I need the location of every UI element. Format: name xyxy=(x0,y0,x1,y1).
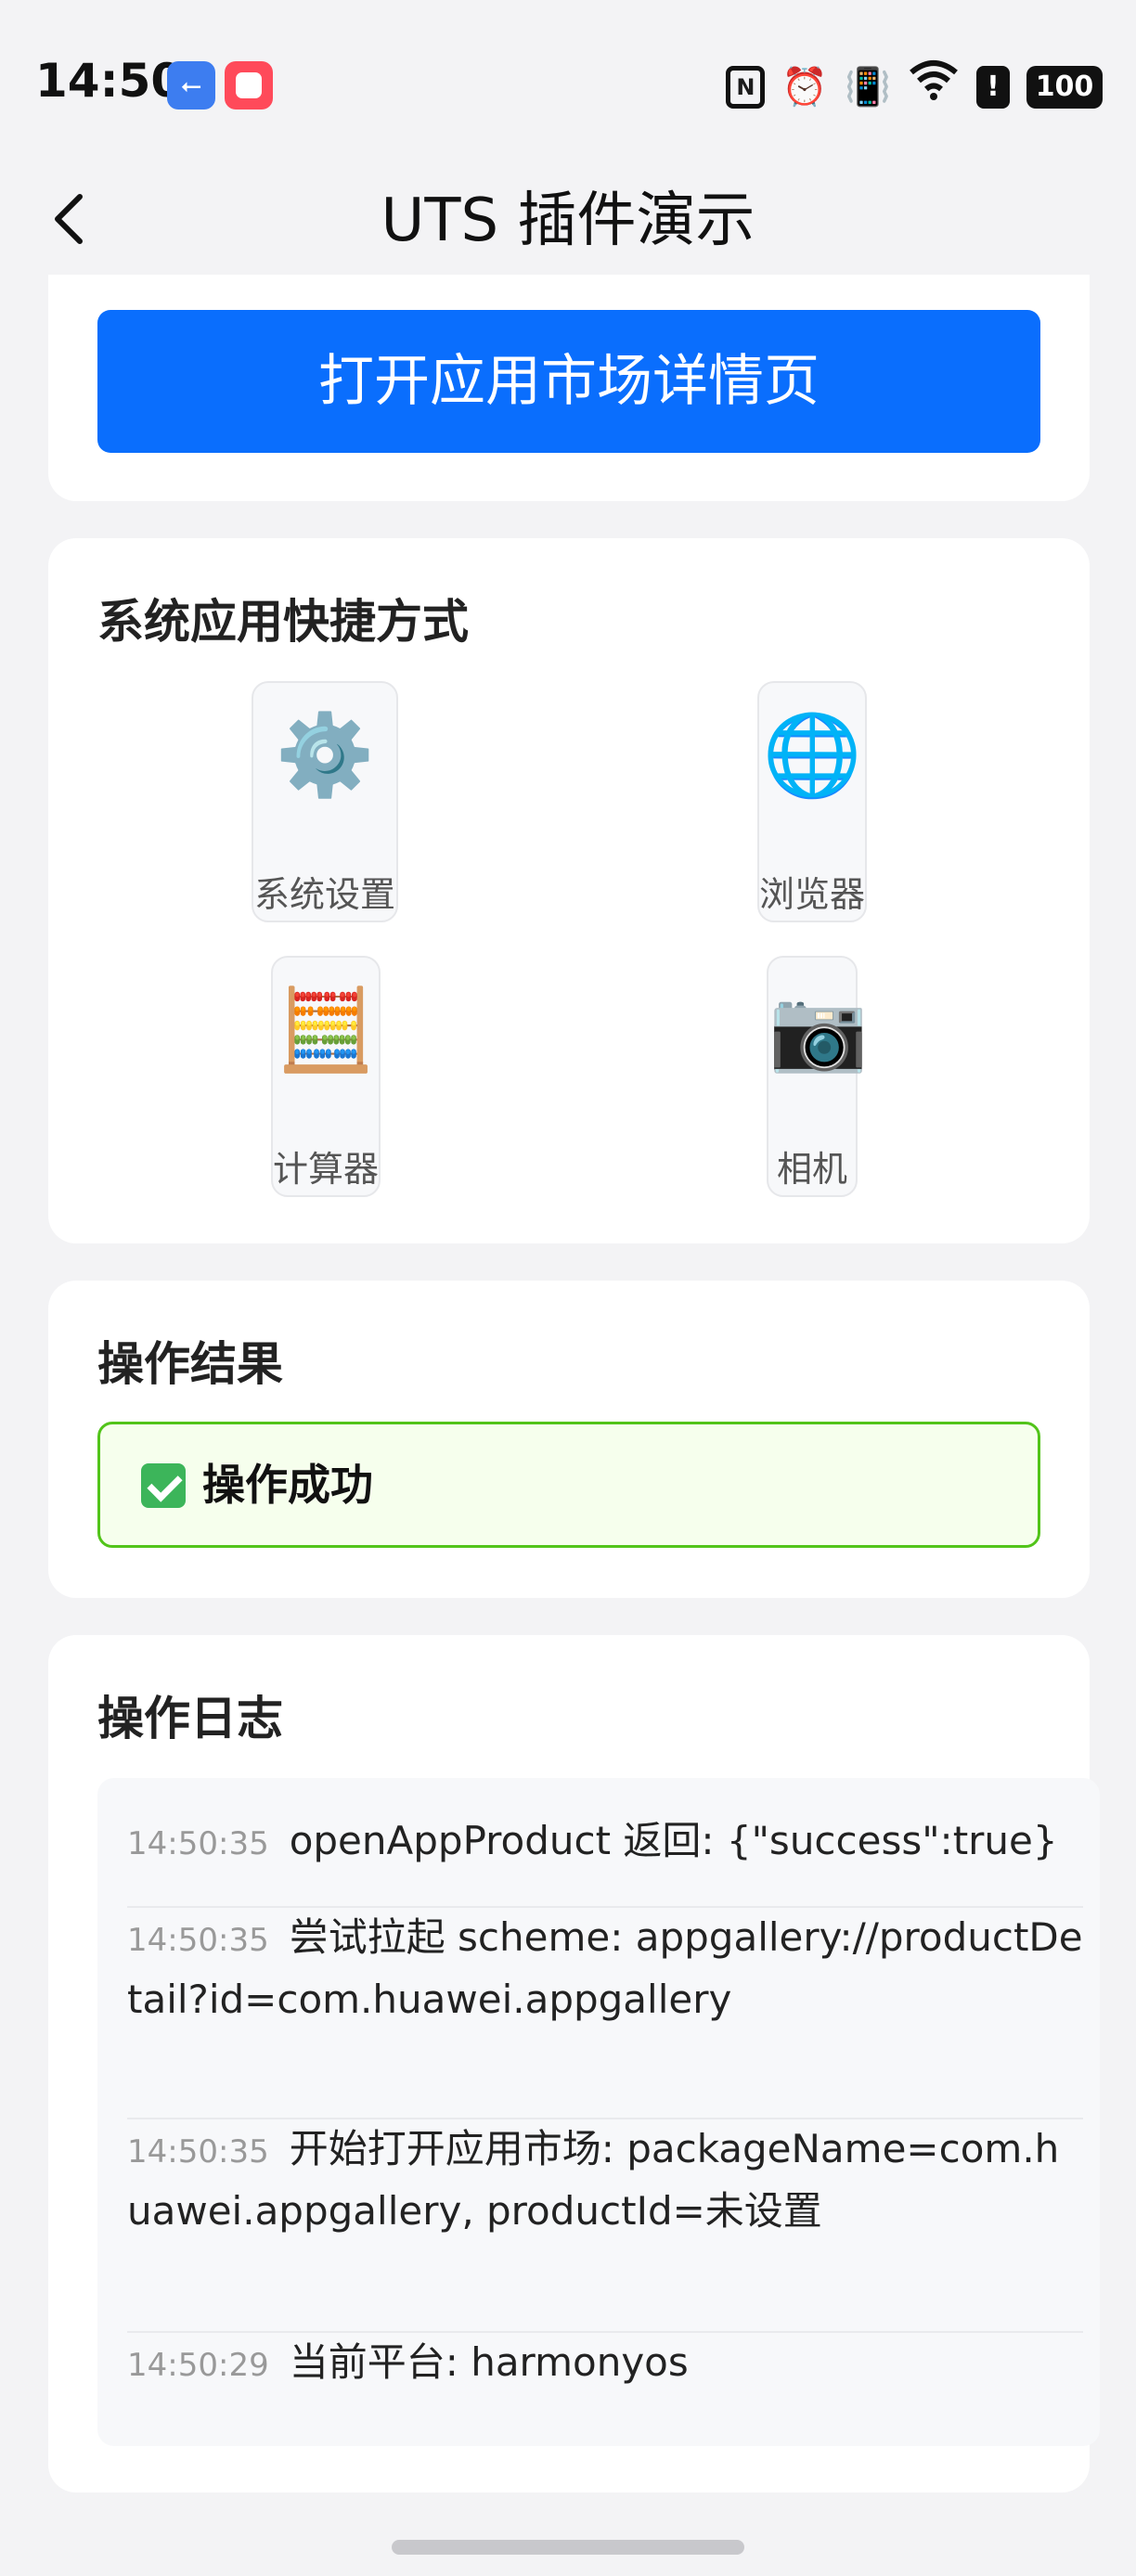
result-title: 操作结果 xyxy=(97,1337,283,1391)
log-title: 操作日志 xyxy=(97,1692,283,1745)
status-time: 14:50 xyxy=(35,54,184,108)
nfc-icon: N xyxy=(726,65,766,109)
shortcut-label: 相机 xyxy=(776,1149,847,1190)
log-entry: 14:50:35 开始打开应用市场: packageName=com.huawei… xyxy=(127,2119,1083,2240)
globe-icon: 🌐 xyxy=(762,709,862,802)
camera-icon: 📷 xyxy=(768,984,869,1076)
log-time: 14:50:35 xyxy=(127,1825,269,1862)
log-card: 操作日志 14:50:35 openAppProduct 返回: {"succes… xyxy=(48,1635,1100,2492)
log-entry: 14:50:29 当前平台: harmonyos xyxy=(127,2333,1083,2395)
log-time: 14:50:29 xyxy=(127,2347,269,2384)
shortcut-label: 系统设置 xyxy=(253,874,395,915)
wifi-icon xyxy=(908,59,960,114)
log-entry: 14:50:35 尝试拉起 scheme: appgallery://produc… xyxy=(127,1908,1083,2029)
shortcut-system-settings[interactable]: ⚙️ 系统设置 xyxy=(252,681,398,922)
log-list: 14:50:35 openAppProduct 返回: {"success":tr… xyxy=(97,1778,1100,2446)
result-card: 操作结果 操作成功 xyxy=(48,1281,1090,1598)
success-message: 操作成功 xyxy=(97,1422,1040,1548)
shortcut-label: 浏览器 xyxy=(759,874,866,915)
app-market-card: 打开应用市场详情页 xyxy=(48,275,1090,501)
home-indicator[interactable] xyxy=(392,2540,744,2555)
log-entry: 14:50:35 openAppProduct 返回: {"success":tr… xyxy=(127,1811,1083,1874)
log-text: 尝试拉起 scheme: appgallery://productDetail?… xyxy=(127,1914,1083,2022)
shortcut-label: 计算器 xyxy=(273,1149,380,1190)
alert-icon: ! xyxy=(976,65,1010,109)
checkmark-icon xyxy=(141,1463,186,1508)
open-app-market-button[interactable]: 打开应用市场详情页 xyxy=(97,310,1040,453)
log-text: openAppProduct 返回: {"success":true} xyxy=(289,1818,1058,1863)
battery-icon: 100 xyxy=(1026,65,1103,109)
shortcut-camera[interactable]: 📷 相机 xyxy=(767,956,869,1197)
status-icons: N ⏰ 📳 ! 100 xyxy=(726,59,1103,114)
usb-icon: ⭠ xyxy=(167,61,215,109)
abacus-icon: 🧮 xyxy=(276,984,376,1076)
alarm-icon: ⏰ xyxy=(781,65,829,109)
shortcuts-card: 系统应用快捷方式 ⚙️ 系统设置 🌐 浏览器 🧮 计算器 📷 相机 xyxy=(48,538,1090,1243)
log-time: 14:50:35 xyxy=(127,2133,269,2170)
vibrate-icon: 📳 xyxy=(845,65,891,109)
log-time: 14:50:35 xyxy=(127,1922,269,1959)
shortcut-browser[interactable]: 🌐 浏览器 xyxy=(757,681,867,922)
shortcuts-title: 系统应用快捷方式 xyxy=(97,595,469,649)
log-text: 当前平台: harmonyos xyxy=(289,2339,689,2385)
shortcut-calculator[interactable]: 🧮 计算器 xyxy=(271,956,381,1197)
status-bar: 14:50 ⭠ N ⏰ 📳 ! 100 xyxy=(0,0,1136,167)
navigation-bar: UTS 插件演示 xyxy=(0,167,1136,275)
app-notification-icon xyxy=(225,61,273,109)
page-title: UTS 插件演示 xyxy=(381,187,755,255)
gear-icon: ⚙️ xyxy=(275,709,375,802)
success-text: 操作成功 xyxy=(202,1460,373,1510)
